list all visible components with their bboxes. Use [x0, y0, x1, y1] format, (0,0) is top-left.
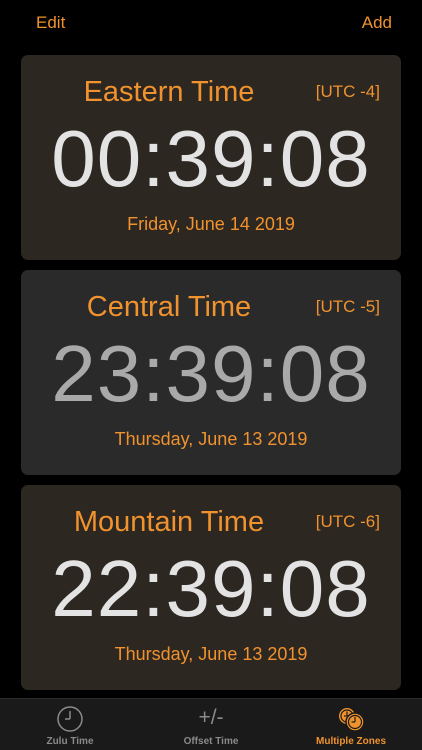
clock-icon	[57, 706, 83, 732]
zone-date: Thursday, June 13 2019	[114, 644, 308, 664]
tab-label: Multiple Zones	[316, 736, 386, 747]
add-button[interactable]: Add	[362, 13, 392, 33]
tab-multiple-zones[interactable]: Multiple Zones	[281, 699, 421, 750]
tab-bar: Zulu Time +/- Offset Time Multiple Zones	[0, 698, 422, 750]
multiple-clocks-icon	[339, 708, 365, 732]
plus-minus-icon: +/-	[198, 706, 224, 729]
navigation-bar: Edit Add	[0, 0, 422, 46]
zone-utc-offset: [UTC -4]	[315, 82, 380, 101]
tab-zulu-time[interactable]: Zulu Time	[0, 699, 140, 750]
zone-utc-offset: [UTC -5]	[315, 297, 380, 316]
zone-name: Central Time	[86, 291, 252, 323]
tab-label: Zulu Time	[46, 736, 94, 747]
zone-time: 22:39:08	[51, 544, 371, 633]
tab-offset-time[interactable]: +/- Offset Time	[141, 699, 281, 750]
zone-name: Eastern Time	[83, 76, 255, 108]
zone-card-central[interactable]: Central Time [UTC -5] 23:39:08 Thursday,…	[21, 270, 401, 475]
zone-time: 23:39:08	[51, 329, 371, 418]
zone-date: Thursday, June 13 2019	[114, 429, 308, 449]
tab-label: Offset Time	[183, 736, 239, 747]
edit-button[interactable]: Edit	[36, 13, 65, 33]
zone-utc-offset: [UTC -6]	[315, 512, 380, 531]
world-clock-app: Edit Add Eastern Time [UTC -4] 00:39:08 …	[0, 0, 422, 750]
zone-time: 00:39:08	[51, 114, 371, 203]
zone-card-eastern[interactable]: Eastern Time [UTC -4] 00:39:08 Friday, J…	[21, 55, 401, 260]
zone-date: Friday, June 14 2019	[127, 214, 295, 234]
zone-card-mountain[interactable]: Mountain Time [UTC -6] 22:39:08 Thursday…	[21, 485, 401, 690]
zone-name: Mountain Time	[73, 506, 265, 538]
